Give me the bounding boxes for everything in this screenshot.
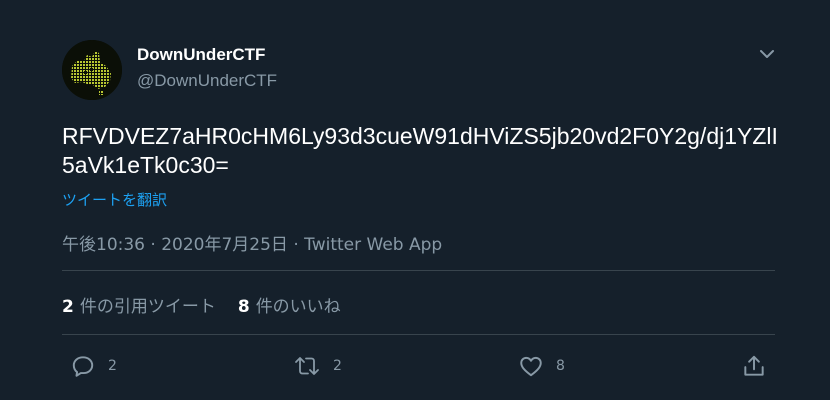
tweet-detail: DownUnderCTF @DownUnderCTF RFVDVEZ7aHR0c… xyxy=(0,0,830,400)
australia-map-icon xyxy=(62,40,122,100)
tweet-meta: 午後10:36 · 2020年7月25日 · Twitter Web App xyxy=(62,230,442,255)
quote-tweets-stat[interactable]: 2 件の引用ツイート xyxy=(62,292,216,317)
share-icon xyxy=(741,353,767,379)
more-options-button[interactable] xyxy=(755,42,779,66)
reply-count: 2 xyxy=(108,358,117,374)
retweet-count: 2 xyxy=(333,358,342,374)
author-display-name[interactable]: DownUnderCTF xyxy=(137,45,265,65)
retweet-icon xyxy=(293,353,321,379)
likes-label: 件のいいね xyxy=(255,297,341,317)
like-count: 8 xyxy=(556,358,565,374)
translate-tweet-link[interactable]: ツイートを翻訳 xyxy=(62,189,167,210)
tweet-time[interactable]: 午後10:36 xyxy=(62,235,145,255)
quote-tweets-label: 件の引用ツイート xyxy=(79,297,216,317)
retweet-button[interactable]: 2 xyxy=(293,346,342,386)
meta-separator: · xyxy=(150,235,156,255)
reply-icon xyxy=(70,353,96,379)
likes-count: 8 xyxy=(237,297,250,317)
reply-button[interactable]: 2 xyxy=(70,346,117,386)
avatar[interactable] xyxy=(62,40,122,100)
likes-stat[interactable]: 8 件のいいね xyxy=(238,292,341,317)
tweet-stats: 2 件の引用ツイート 8 件のいいね xyxy=(62,292,341,317)
quote-tweets-count: 2 xyxy=(62,297,74,317)
heart-icon xyxy=(518,353,544,379)
divider xyxy=(62,334,775,335)
divider xyxy=(62,270,775,271)
meta-separator: · xyxy=(293,235,299,255)
share-button[interactable] xyxy=(741,346,767,386)
author-handle[interactable]: @DownUnderCTF xyxy=(137,71,277,91)
tweet-date[interactable]: 2020年7月25日 xyxy=(161,235,288,255)
chevron-down-icon xyxy=(760,50,774,58)
tweet-source[interactable]: Twitter Web App xyxy=(304,235,442,255)
tweet-text: RFVDVEZ7aHR0cHM6Ly93d3cueW91dHViZS5jb20v… xyxy=(62,123,778,178)
like-button[interactable]: 8 xyxy=(518,346,565,386)
tweet-actions: 2 2 8 xyxy=(0,346,830,386)
